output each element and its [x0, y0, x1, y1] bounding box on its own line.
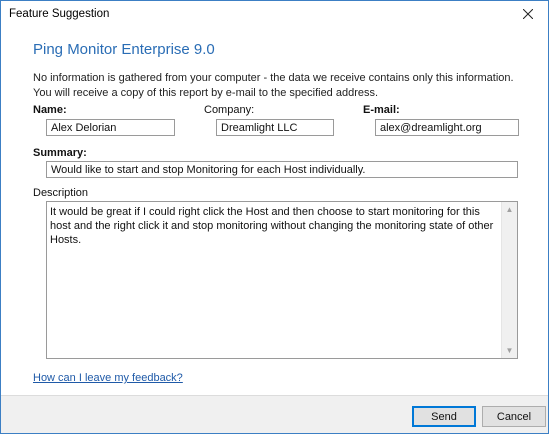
window-title: Feature Suggestion — [9, 8, 110, 20]
email-label: E-mail: — [363, 104, 400, 116]
name-field[interactable] — [46, 119, 175, 136]
summary-field[interactable] — [46, 161, 518, 178]
feedback-help-link[interactable]: How can I leave my feedback? — [33, 372, 183, 384]
description-text: It would be great if I could right click… — [50, 206, 494, 246]
title-bar: Feature Suggestion — [1, 1, 548, 27]
privacy-info-text: No information is gathered from your com… — [33, 72, 514, 99]
chevron-up-icon[interactable]: ▲ — [502, 202, 517, 217]
feature-suggestion-dialog: Feature Suggestion Ping Monitor Enterpri… — [0, 0, 549, 434]
description-label: Description — [33, 187, 89, 199]
chevron-down-icon[interactable]: ▼ — [502, 343, 517, 358]
email-field[interactable] — [375, 119, 519, 136]
name-label: Name: — [33, 104, 67, 116]
product-heading: Ping Monitor Enterprise 9.0 — [33, 41, 215, 58]
summary-label: Summary: — [33, 147, 87, 159]
description-scrollbar[interactable]: ▲ ▼ — [501, 202, 517, 358]
cancel-button[interactable]: Cancel — [482, 406, 546, 427]
close-button[interactable] — [508, 1, 548, 27]
close-icon — [523, 9, 533, 19]
send-button[interactable]: Send — [412, 406, 476, 427]
company-label: Company: — [204, 104, 255, 116]
company-field[interactable] — [216, 119, 334, 136]
description-textarea[interactable]: It would be great if I could right click… — [46, 201, 518, 359]
dialog-footer: Send Cancel — [1, 395, 548, 433]
